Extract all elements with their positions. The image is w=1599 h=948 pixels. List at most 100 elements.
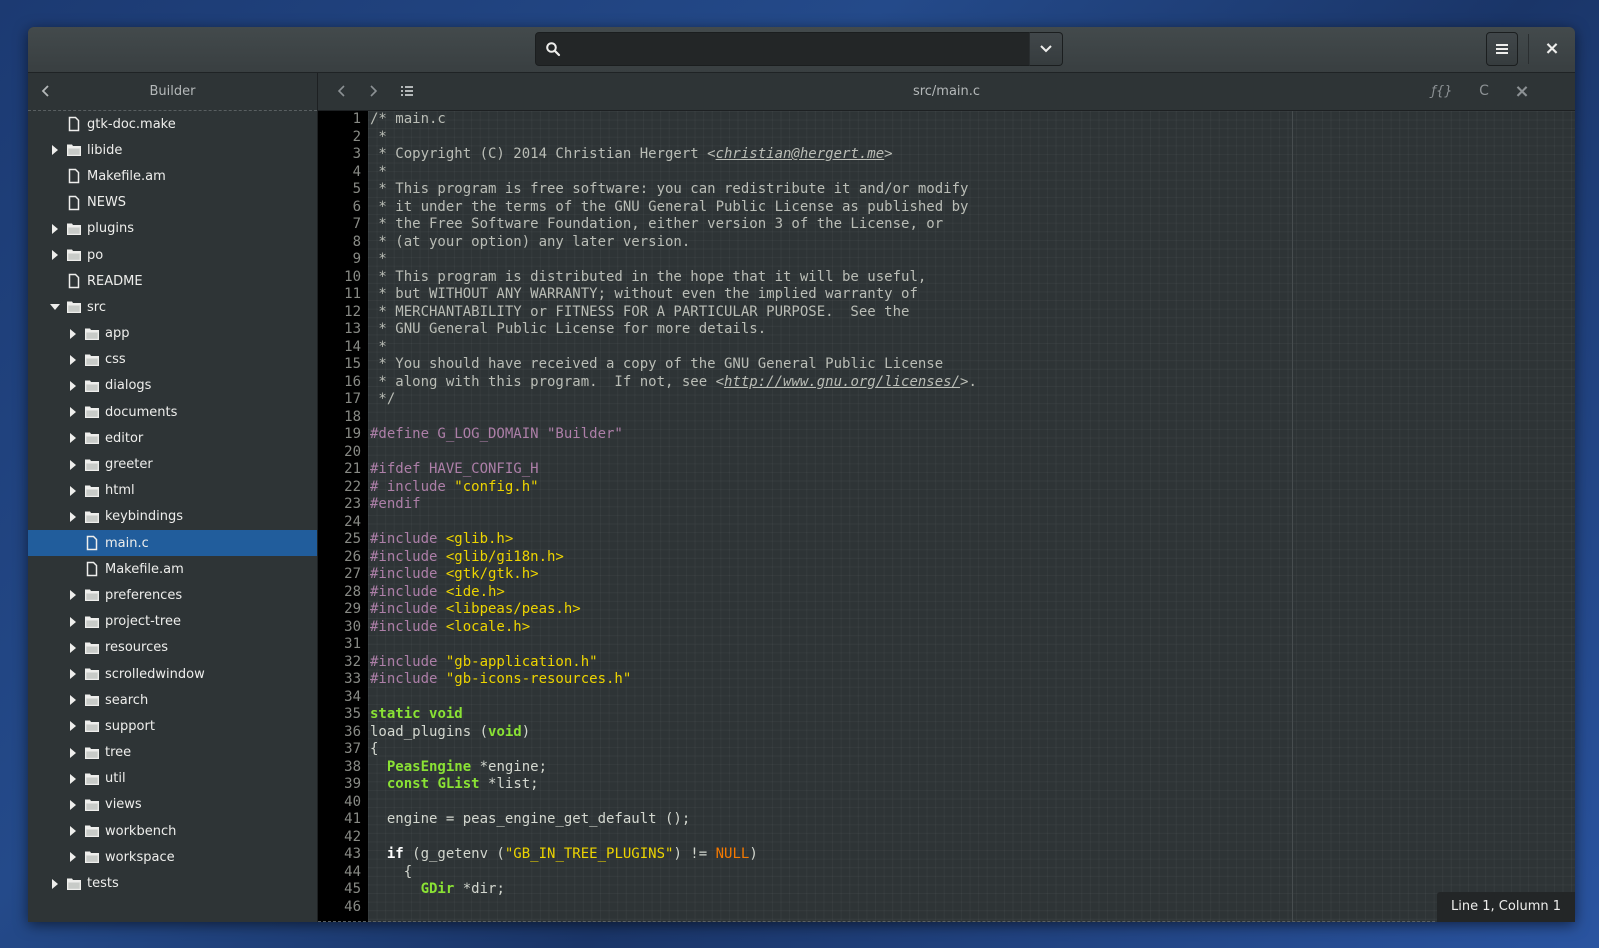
tree-row-po[interactable]: po [28,242,317,268]
code-line: static void [368,706,1575,724]
document-list-button[interactable] [399,83,415,99]
folder-icon [84,745,100,761]
tree-row-greeter[interactable]: greeter [28,451,317,477]
code-token[interactable]: christian@hergert.me [716,146,885,162]
search-input[interactable] [570,33,1024,67]
expander-collapsed-icon[interactable] [68,407,78,418]
code-token: ) [521,723,531,740]
line-number: 24 [344,513,361,530]
expander-expanded-icon[interactable] [50,302,60,312]
expander-collapsed-icon[interactable] [68,773,78,784]
expander-collapsed-icon[interactable] [68,459,78,470]
expander-collapsed-icon[interactable] [68,380,78,391]
code-token: >. [960,373,977,390]
back-arrow-icon[interactable] [38,83,54,99]
folder-icon [84,457,100,473]
tree-row-makefile-am[interactable]: Makefile.am [28,163,317,189]
tree-row-workspace[interactable]: workspace [28,844,317,870]
expander-collapsed-icon[interactable] [68,852,78,863]
tree-row-app[interactable]: app [28,321,317,347]
tree-row-search[interactable]: search [28,687,317,713]
line-number: 17 [344,391,361,407]
expander-collapsed-icon[interactable] [68,328,78,339]
code-line: ​ [368,409,1575,427]
code-line: * You should have received a copy of the… [368,356,1575,374]
expander-collapsed-icon[interactable] [68,485,78,496]
tree-row-tests[interactable]: tests [28,870,317,896]
code-token: "gb-application.h" [445,653,598,670]
menu-button[interactable] [1486,32,1518,66]
expander-collapsed-icon[interactable] [68,511,78,522]
line-number: 43 [344,846,361,862]
code-line: #include <libpeas/peas.h> [368,601,1575,619]
tree-row-preferences[interactable]: preferences [28,582,317,608]
code-line: * [368,129,1575,147]
tree-row-support[interactable]: support [28,713,317,739]
expander-collapsed-icon[interactable] [68,616,78,627]
expander-collapsed-icon[interactable] [68,747,78,758]
tree-row-html[interactable]: html [28,478,317,504]
tree-row-css[interactable]: css [28,347,317,373]
nav-forward-button[interactable] [365,83,381,99]
tree-row-scrolledwindow[interactable]: scrolledwindow [28,661,317,687]
search-dropdown-button[interactable] [1029,32,1063,66]
tree-row-readme[interactable]: README [28,268,317,294]
code-line: * along with this program. If not, see <… [368,374,1575,392]
code-token: const [386,776,430,792]
folder-icon [84,430,100,446]
file-icon [66,195,82,211]
line-number: 6 [352,198,361,215]
line-number: 32 [344,653,361,670]
tree-row-libide[interactable]: libide [28,137,317,163]
expander-collapsed-icon[interactable] [68,354,78,365]
tree-row-label: project-tree [105,614,181,630]
nav-back-button[interactable] [334,83,350,99]
code-token: * the Free Software Foundation, either v… [370,216,944,232]
code-line: GDir *dir; [368,881,1575,899]
expander-collapsed-icon[interactable] [68,669,78,680]
tree-row-keybindings[interactable]: keybindings [28,504,317,530]
folder-icon [66,247,82,263]
expander-collapsed-icon[interactable] [68,695,78,706]
tree-row-news[interactable]: NEWS [28,190,317,216]
code-token: #include [370,671,446,687]
folder-icon [84,718,100,734]
code-token[interactable]: http://www.gnu.org/licenses/ [724,374,960,390]
code-token: * [370,163,387,180]
expander-collapsed-icon[interactable] [68,433,78,444]
tree-row-editor[interactable]: editor [28,425,317,451]
tree-row-util[interactable]: util [28,766,317,792]
tree-row-makefile-am[interactable]: Makefile.am [28,556,317,582]
search-entry[interactable] [535,32,1030,67]
tree-row-resources[interactable]: resources [28,635,317,661]
window-close-button[interactable]: × [1536,32,1568,64]
tree-row-tree[interactable]: tree [28,740,317,766]
tree-row-main-c[interactable]: main.c [28,530,317,557]
project-sidebar: Builder gtk-doc.make libide Makefile.am NEW… [28,73,318,922]
tree-row-plugins[interactable]: plugins [28,216,317,242]
expander-collapsed-icon[interactable] [68,590,78,601]
tree-row-views[interactable]: views [28,792,317,818]
symbols-button[interactable]: ƒ{} [1430,83,1454,99]
line-number: 23 [344,496,361,512]
expander-collapsed-icon[interactable] [68,826,78,837]
tree-row-dialogs[interactable]: dialogs [28,373,317,399]
expander-collapsed-icon[interactable] [50,250,60,261]
expander-collapsed-icon[interactable] [50,145,60,156]
tree-row-documents[interactable]: documents [28,399,317,425]
expander-collapsed-icon[interactable] [68,642,78,653]
tree-row-workbench[interactable]: workbench [28,818,317,844]
tree-row-gtk-doc-make[interactable]: gtk-doc.make [28,111,317,137]
source-view[interactable]: /* main.c * * Copyright (C) 2014 Christi… [368,111,1575,922]
code-line: { [368,864,1575,882]
language-button[interactable]: C [1474,83,1494,99]
close-document-button[interactable]: × [1512,81,1532,102]
expander-collapsed-icon[interactable] [68,799,78,810]
expander-collapsed-icon[interactable] [50,223,60,234]
tree-row-project-tree[interactable]: project-tree [28,609,317,635]
expander-collapsed-icon[interactable] [68,721,78,732]
tree-row-src[interactable]: src [28,294,317,320]
expander-collapsed-icon[interactable] [50,878,60,889]
